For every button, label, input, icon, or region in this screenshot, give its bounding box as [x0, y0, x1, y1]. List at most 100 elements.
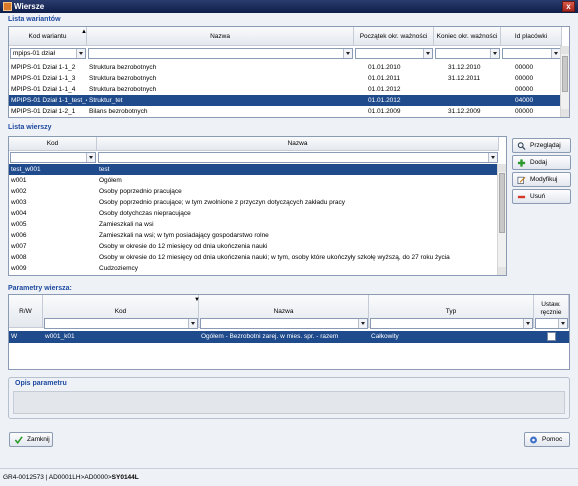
vertical-scrollbar[interactable] [560, 46, 569, 117]
line-cell: Osoby dotychczas niepracujące [99, 210, 191, 217]
lines-filter-input[interactable] [98, 152, 498, 163]
params-column-header[interactable]: R/W [9, 295, 43, 328]
variant-cell: 31.12.2009 [448, 108, 481, 115]
close-button-label: Zamknij [27, 436, 50, 443]
close-button[interactable]: Zamknij [9, 432, 53, 447]
chevron-down-icon[interactable] [358, 319, 367, 328]
help-button[interactable]: Pomoc [524, 432, 570, 447]
variants-column-header[interactable]: Nazwa [87, 27, 354, 46]
line-cell: Osoby w okresie do 12 miesięcy od dnia u… [99, 243, 268, 250]
variant-cell: 00000 [515, 108, 534, 115]
chevron-down-icon[interactable] [490, 49, 499, 58]
scroll-down-arrow[interactable] [498, 267, 506, 275]
browse-button[interactable]: Przeglądaj [512, 138, 571, 153]
chevron-down-icon[interactable] [558, 319, 567, 328]
description-field[interactable] [13, 391, 565, 414]
variants-filter-input[interactable] [435, 48, 500, 59]
scroll-thumb[interactable] [562, 56, 568, 92]
line-cell: w008 [11, 254, 27, 261]
params-filter-input[interactable] [370, 318, 533, 329]
line-row[interactable]: w004 Osoby dotychczas niepracujące [9, 208, 499, 219]
app-icon [3, 2, 12, 11]
variants-filter-input[interactable] [88, 48, 353, 59]
variant-cell: MPIPS-01 Dział 1-1_2 [11, 64, 76, 71]
param-cell: Całkowity [371, 333, 399, 340]
variants-column-header[interactable]: Początek okr. ważności [354, 27, 434, 46]
variants-column-header[interactable]: Kod wariantu [9, 27, 87, 46]
lines-column-header[interactable]: Nazwa [97, 137, 499, 151]
param-cell: w001_k01 [45, 333, 75, 340]
variants-filter-input[interactable] [502, 48, 561, 59]
line-row[interactable]: test_w001 test [9, 164, 499, 175]
chevron-down-icon[interactable] [423, 49, 432, 58]
edit-icon [517, 176, 526, 184]
param-row[interactable]: Ww001_k01 Ogółem - Bezrobotni zarej. w mi… [9, 331, 569, 343]
params-filter-input[interactable] [44, 318, 198, 329]
variant-cell: 01.01.2010 [368, 64, 401, 71]
variants-table: Kod wariantu Nazwa Początek okr. ważności K… [8, 26, 570, 118]
variants-column-header[interactable]: Koniec okr. ważności [434, 27, 501, 46]
variant-cell: MPIPS-01 Dział 1-1_3 [11, 75, 76, 82]
manual-set-checkbox[interactable] [547, 332, 556, 341]
modify-button[interactable]: Modyfikuj [512, 172, 571, 187]
variant-row[interactable]: MPIPS-01 Dział 1-1_2 Struktura bezrobotny… [9, 62, 562, 73]
add-button[interactable]: Dodaj [512, 155, 571, 170]
line-cell: Osoby w okresie do 12 miesięcy od dnia u… [99, 254, 450, 261]
variant-cell: Struktura bezrobotnych [89, 64, 157, 71]
scroll-up-arrow[interactable] [498, 164, 506, 172]
magnifier-icon [517, 142, 526, 150]
line-row[interactable]: w003 Osoby poprzednio pracujące; w tym zw… [9, 197, 499, 208]
chevron-down-icon[interactable] [488, 153, 497, 162]
line-row[interactable]: w001 Ogółem [9, 175, 499, 186]
variants-filter-input[interactable]: mpips-01 dział [10, 48, 86, 59]
lines-column-header[interactable]: Kod [9, 137, 97, 151]
plus-icon [517, 159, 526, 167]
line-cell: test_w001 [11, 166, 41, 173]
params-filter-input[interactable] [535, 318, 568, 329]
line-cell: Zamieszkali na wsi; w tym posiadający go… [99, 232, 269, 239]
variant-cell: Struktur_tet [89, 97, 123, 104]
params-filter-input[interactable] [200, 318, 368, 329]
variant-row[interactable]: MPIPS-01 Dział 1-1_3 Struktura bezrobotny… [9, 73, 562, 84]
status-user: SY0144L [111, 474, 139, 481]
line-cell: w002 [11, 188, 27, 195]
close-window-button[interactable]: x [562, 1, 575, 12]
variant-cell: MPIPS-01 Dział 1-1_test_4 [11, 97, 87, 104]
variant-cell: 31.12.2011 [448, 75, 481, 82]
line-row[interactable]: w007 Osoby w okresie do 12 miesięcy od dn… [9, 241, 499, 252]
line-row[interactable]: w009 Cudzoziemcy [9, 263, 499, 274]
filter-value: mpips-01 dział [13, 50, 55, 57]
chevron-down-icon[interactable] [86, 153, 95, 162]
chevron-down-icon[interactable] [188, 319, 197, 328]
variant-cell: 01.01.2011 [368, 75, 401, 82]
line-cell: Cudzoziemcy [99, 265, 139, 272]
chevron-down-icon[interactable] [76, 49, 85, 58]
sort-arrow-icon: ▼ [194, 297, 200, 303]
description-group: Opis parametru [8, 377, 570, 419]
window-title: Wiersze [14, 2, 45, 11]
line-row[interactable]: w002 Osoby poprzednio pracujące [9, 186, 499, 197]
chevron-down-icon[interactable] [343, 49, 352, 58]
variants-filter-input[interactable] [355, 48, 433, 59]
lines-filter-input[interactable] [10, 152, 96, 163]
line-row[interactable]: w008 Osoby w okresie do 12 miesięcy od dn… [9, 252, 499, 263]
lines-section-label: Lista wierszy [8, 124, 52, 131]
variant-row[interactable]: MPIPS-01 Dział 1-2_1 Bilans bezrobotnych 0… [9, 106, 562, 117]
scroll-thumb[interactable] [499, 173, 505, 233]
variant-row[interactable]: MPIPS-01 Dział 1-1_4 Struktura bezrobotny… [9, 84, 562, 95]
variants-column-header[interactable]: Id placówki [501, 27, 562, 46]
status-path: GR4-0012573 | AD0001LH>AD0000> [3, 474, 112, 481]
scroll-up-arrow[interactable] [561, 46, 569, 54]
line-row[interactable]: w006 Zamieszkali na wsi; w tym posiadając… [9, 230, 499, 241]
help-icon [530, 436, 537, 444]
add-button-label: Dodaj [530, 159, 547, 166]
line-row[interactable]: w005 Zamieszkali na wsi [9, 219, 499, 230]
chevron-down-icon[interactable] [551, 49, 560, 58]
lines-table: Kod Nazwa test_w001 test w001 Ogółem w002 Osoby… [8, 136, 507, 276]
variant-row[interactable]: MPIPS-01 Dział 1-1_test_4 Struktur_tet 01.… [9, 95, 562, 106]
remove-button[interactable]: Usuń [512, 189, 571, 204]
scroll-down-arrow[interactable] [561, 109, 569, 117]
vertical-scrollbar[interactable] [497, 164, 506, 275]
chevron-down-icon[interactable] [523, 319, 532, 328]
variant-cell: MPIPS-01 Dział 1-2_1 [11, 108, 76, 115]
